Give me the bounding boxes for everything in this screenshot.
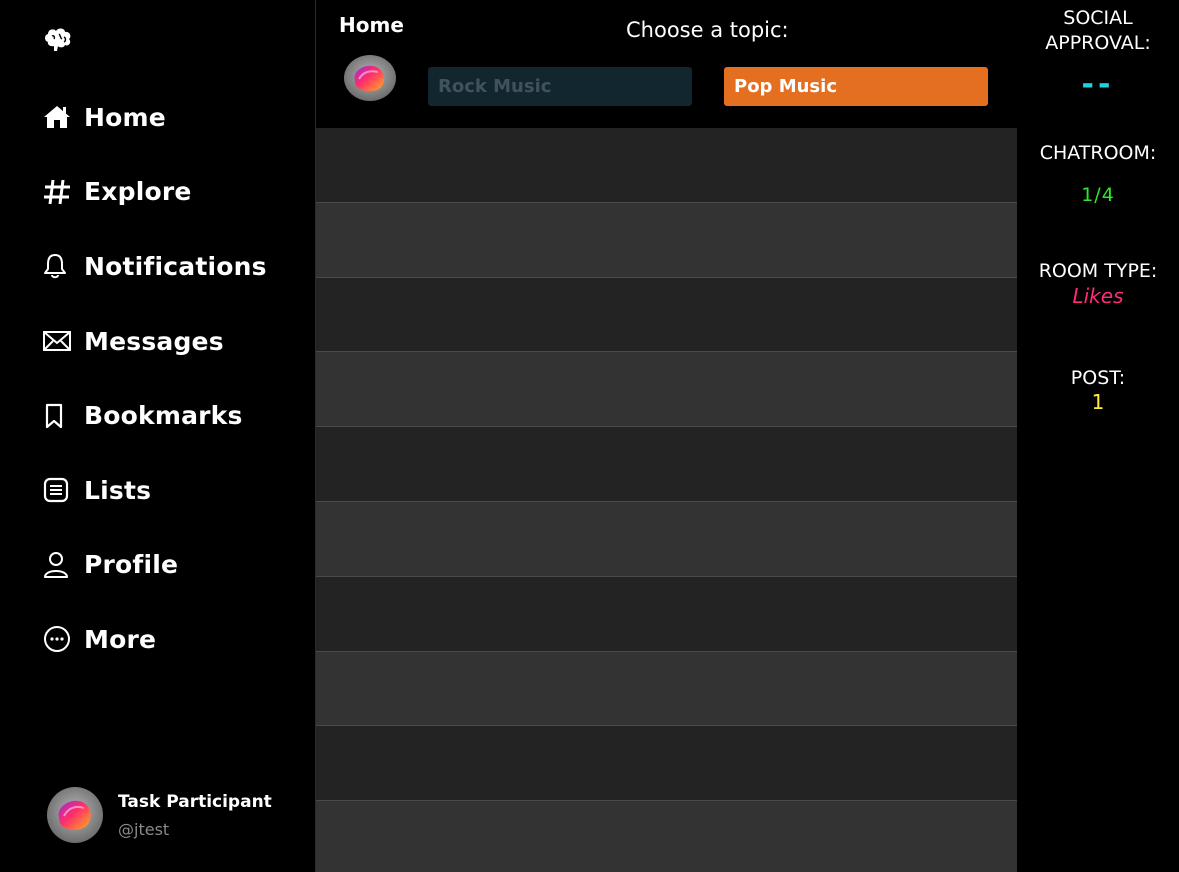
page-title: Home (339, 13, 404, 37)
main-column: Home Choose a topic: Rock Music Pop Musi… (315, 0, 1018, 872)
list-icon (42, 474, 74, 506)
user-handle: @jtest (118, 819, 170, 839)
sidebar-item-home[interactable]: Home (42, 80, 302, 155)
chatroom-block: CHATROOM: 1/4 (1017, 141, 1179, 206)
room-type-block: ROOM TYPE: Likes (1017, 259, 1179, 308)
left-sidebar: Home Explore Notifications Messages Book… (0, 0, 315, 872)
sidebar-item-label: Notifications (84, 251, 267, 281)
sidebar-item-label: Explore (84, 177, 192, 207)
topic-button-label: Pop Music (734, 76, 837, 97)
sidebar-item-more[interactable]: More (42, 602, 302, 677)
chatroom-value: 1/4 (1081, 184, 1115, 206)
post-label: POST: (1070, 367, 1126, 389)
avatar (46, 786, 104, 844)
topic-button-label: Rock Music (438, 76, 552, 97)
topic-button-rock-music[interactable]: Rock Music (428, 67, 692, 106)
ellipsis-circle-icon (42, 623, 74, 655)
sidebar-item-explore[interactable]: Explore (42, 155, 302, 230)
user-display-name: Task Participant (118, 791, 272, 812)
feed-post-placeholder[interactable] (316, 352, 1018, 428)
bell-icon (42, 250, 74, 282)
main-header: Home Choose a topic: Rock Music Pop Musi… (316, 0, 1018, 128)
account-switcher[interactable]: Task Participant @jtest (46, 786, 272, 844)
house-icon (42, 101, 74, 133)
post-value: 1 (1091, 390, 1105, 414)
envelope-icon (42, 325, 74, 357)
sidebar-item-label: Profile (84, 550, 179, 580)
sidebar-item-bookmarks[interactable]: Bookmarks (42, 378, 302, 453)
feed-post-placeholder[interactable] (316, 801, 1018, 872)
sidebar-item-lists[interactable]: Lists (42, 453, 302, 528)
bookmark-icon (42, 400, 74, 432)
feed-post-placeholder[interactable] (316, 726, 1018, 802)
sidebar-item-notifications[interactable]: Notifications (42, 229, 302, 304)
sidebar-item-messages[interactable]: Messages (42, 304, 302, 379)
sidebar-item-label: More (84, 624, 157, 654)
chatroom-label: CHATROOM: (1039, 142, 1157, 164)
topic-button-pop-music[interactable]: Pop Music (724, 67, 988, 106)
sidebar-item-label: Bookmarks (84, 401, 243, 431)
sidebar-item-profile[interactable]: Profile (42, 528, 302, 603)
feed-post-placeholder[interactable] (316, 501, 1018, 577)
feed-post-placeholder[interactable] (316, 277, 1018, 353)
post-block: POST: 1 (1017, 366, 1179, 413)
sidebar-item-label: Messages (84, 326, 224, 356)
social-approval-label: SOCIAL APPROVAL: (1045, 7, 1151, 54)
feed-post-placeholder[interactable] (316, 202, 1018, 278)
brain-icon[interactable] (42, 26, 74, 54)
feed-post-placeholder[interactable] (316, 427, 1018, 502)
user-info: Task Participant @jtest (118, 792, 272, 839)
status-panel: SOCIAL APPROVAL: -- CHATROOM: 1/4 ROOM T… (1017, 0, 1179, 872)
feed-post-placeholder[interactable] (316, 128, 1018, 203)
topic-prompt: Choose a topic: (626, 18, 789, 42)
feed-post-placeholder[interactable] (316, 651, 1018, 727)
sidebar-nav: Home Explore Notifications Messages Book… (42, 80, 302, 677)
social-approval-block: SOCIAL APPROVAL: -- (1017, 6, 1179, 102)
room-type-value: Likes (1072, 284, 1124, 308)
feed-post-placeholder[interactable] (316, 576, 1018, 652)
sidebar-item-label: Lists (84, 475, 152, 505)
hashtag-icon (42, 176, 74, 208)
room-type-label: ROOM TYPE: (1038, 260, 1158, 282)
avatar[interactable] (343, 54, 397, 102)
feed (316, 128, 1018, 872)
person-icon (42, 549, 74, 581)
social-approval-value: -- (1081, 67, 1115, 102)
sidebar-item-label: Home (84, 102, 166, 132)
